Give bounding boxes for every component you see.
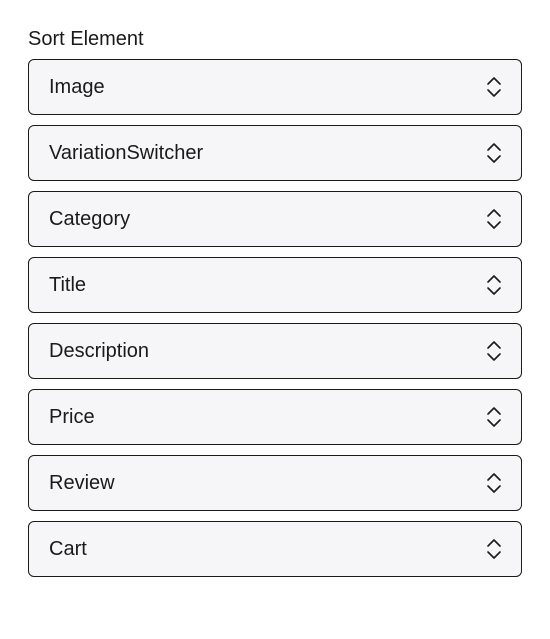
drag-handle-icon[interactable] <box>485 274 503 296</box>
chevron-down-icon <box>485 549 503 560</box>
chevron-up-icon <box>485 340 503 351</box>
section-title: Sort Element <box>28 28 522 51</box>
drag-handle-icon[interactable] <box>485 142 503 164</box>
sort-item-review[interactable]: Review <box>28 455 522 511</box>
sort-list: Image VariationSwitcher Category Title Descr… <box>28 59 522 577</box>
drag-handle-icon[interactable] <box>485 208 503 230</box>
drag-handle-icon[interactable] <box>485 340 503 362</box>
drag-handle-icon[interactable] <box>485 76 503 98</box>
chevron-up-icon <box>485 406 503 417</box>
chevron-up-icon <box>485 472 503 483</box>
chevron-up-icon <box>485 76 503 87</box>
sort-item-label: Category <box>49 208 130 231</box>
chevron-down-icon <box>485 153 503 164</box>
drag-handle-icon[interactable] <box>485 472 503 494</box>
chevron-down-icon <box>485 285 503 296</box>
chevron-up-icon <box>485 538 503 549</box>
chevron-down-icon <box>485 219 503 230</box>
sort-item-label: Review <box>49 472 115 495</box>
sort-item-label: Cart <box>49 538 87 561</box>
chevron-down-icon <box>485 483 503 494</box>
sort-item-label: Title <box>49 274 86 297</box>
chevron-up-icon <box>485 142 503 153</box>
drag-handle-icon[interactable] <box>485 538 503 560</box>
sort-item-variation-switcher[interactable]: VariationSwitcher <box>28 125 522 181</box>
chevron-down-icon <box>485 87 503 98</box>
chevron-up-icon <box>485 274 503 285</box>
chevron-down-icon <box>485 417 503 428</box>
sort-item-description[interactable]: Description <box>28 323 522 379</box>
sort-item-image[interactable]: Image <box>28 59 522 115</box>
sort-item-label: VariationSwitcher <box>49 142 203 165</box>
sort-item-label: Price <box>49 406 95 429</box>
sort-item-category[interactable]: Category <box>28 191 522 247</box>
sort-item-label: Image <box>49 76 105 99</box>
sort-item-cart[interactable]: Cart <box>28 521 522 577</box>
chevron-up-icon <box>485 208 503 219</box>
sort-item-label: Description <box>49 340 149 363</box>
sort-item-title[interactable]: Title <box>28 257 522 313</box>
drag-handle-icon[interactable] <box>485 406 503 428</box>
sort-item-price[interactable]: Price <box>28 389 522 445</box>
chevron-down-icon <box>485 351 503 362</box>
